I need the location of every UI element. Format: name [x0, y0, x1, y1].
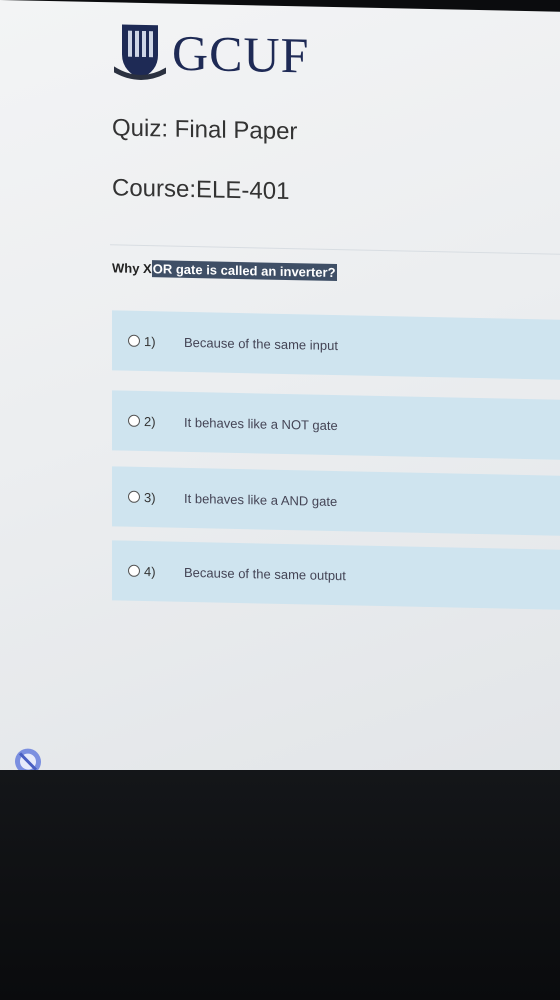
radio-button-icon[interactable] [128, 490, 140, 503]
question-prefix: Why X [112, 260, 152, 277]
question-selected-text: OR gate is called an inverter? [151, 260, 337, 282]
university-crest-icon [114, 24, 166, 80]
logo-text: GCUF [172, 24, 310, 84]
option-label: It behaves like a AND gate [184, 490, 338, 509]
radio-button-icon[interactable] [128, 334, 140, 347]
option-2[interactable]: 2) It behaves like a NOT gate [112, 390, 560, 461]
course-code: Course:ELE-401 [112, 174, 290, 206]
option-number: 3) [144, 489, 156, 505]
radio-button-icon[interactable] [128, 414, 140, 427]
browser-screen: GCUF Quiz: Final Paper Course:ELE-401 Wh… [0, 0, 560, 802]
question-text: Why XOR gate is called an inverter? [112, 260, 337, 282]
option-label: Because of the same output [184, 564, 346, 583]
divider [110, 244, 560, 255]
option-3[interactable]: 3) It behaves like a AND gate [112, 466, 560, 537]
option-number: 4) [144, 563, 156, 579]
option-label: Because of the same input [184, 334, 338, 353]
option-4[interactable]: 4) Because of the same output [112, 540, 560, 611]
option-number: 1) [144, 333, 156, 349]
option-label: It behaves like a NOT gate [184, 414, 338, 433]
quiz-title: Quiz: Final Paper [112, 114, 298, 146]
radio-button-icon[interactable] [128, 564, 140, 577]
option-number: 2) [144, 413, 156, 429]
option-1[interactable]: 1) Because of the same input [112, 310, 560, 381]
monitor-bezel [0, 770, 560, 1000]
gcuf-logo: GCUF [112, 20, 309, 86]
